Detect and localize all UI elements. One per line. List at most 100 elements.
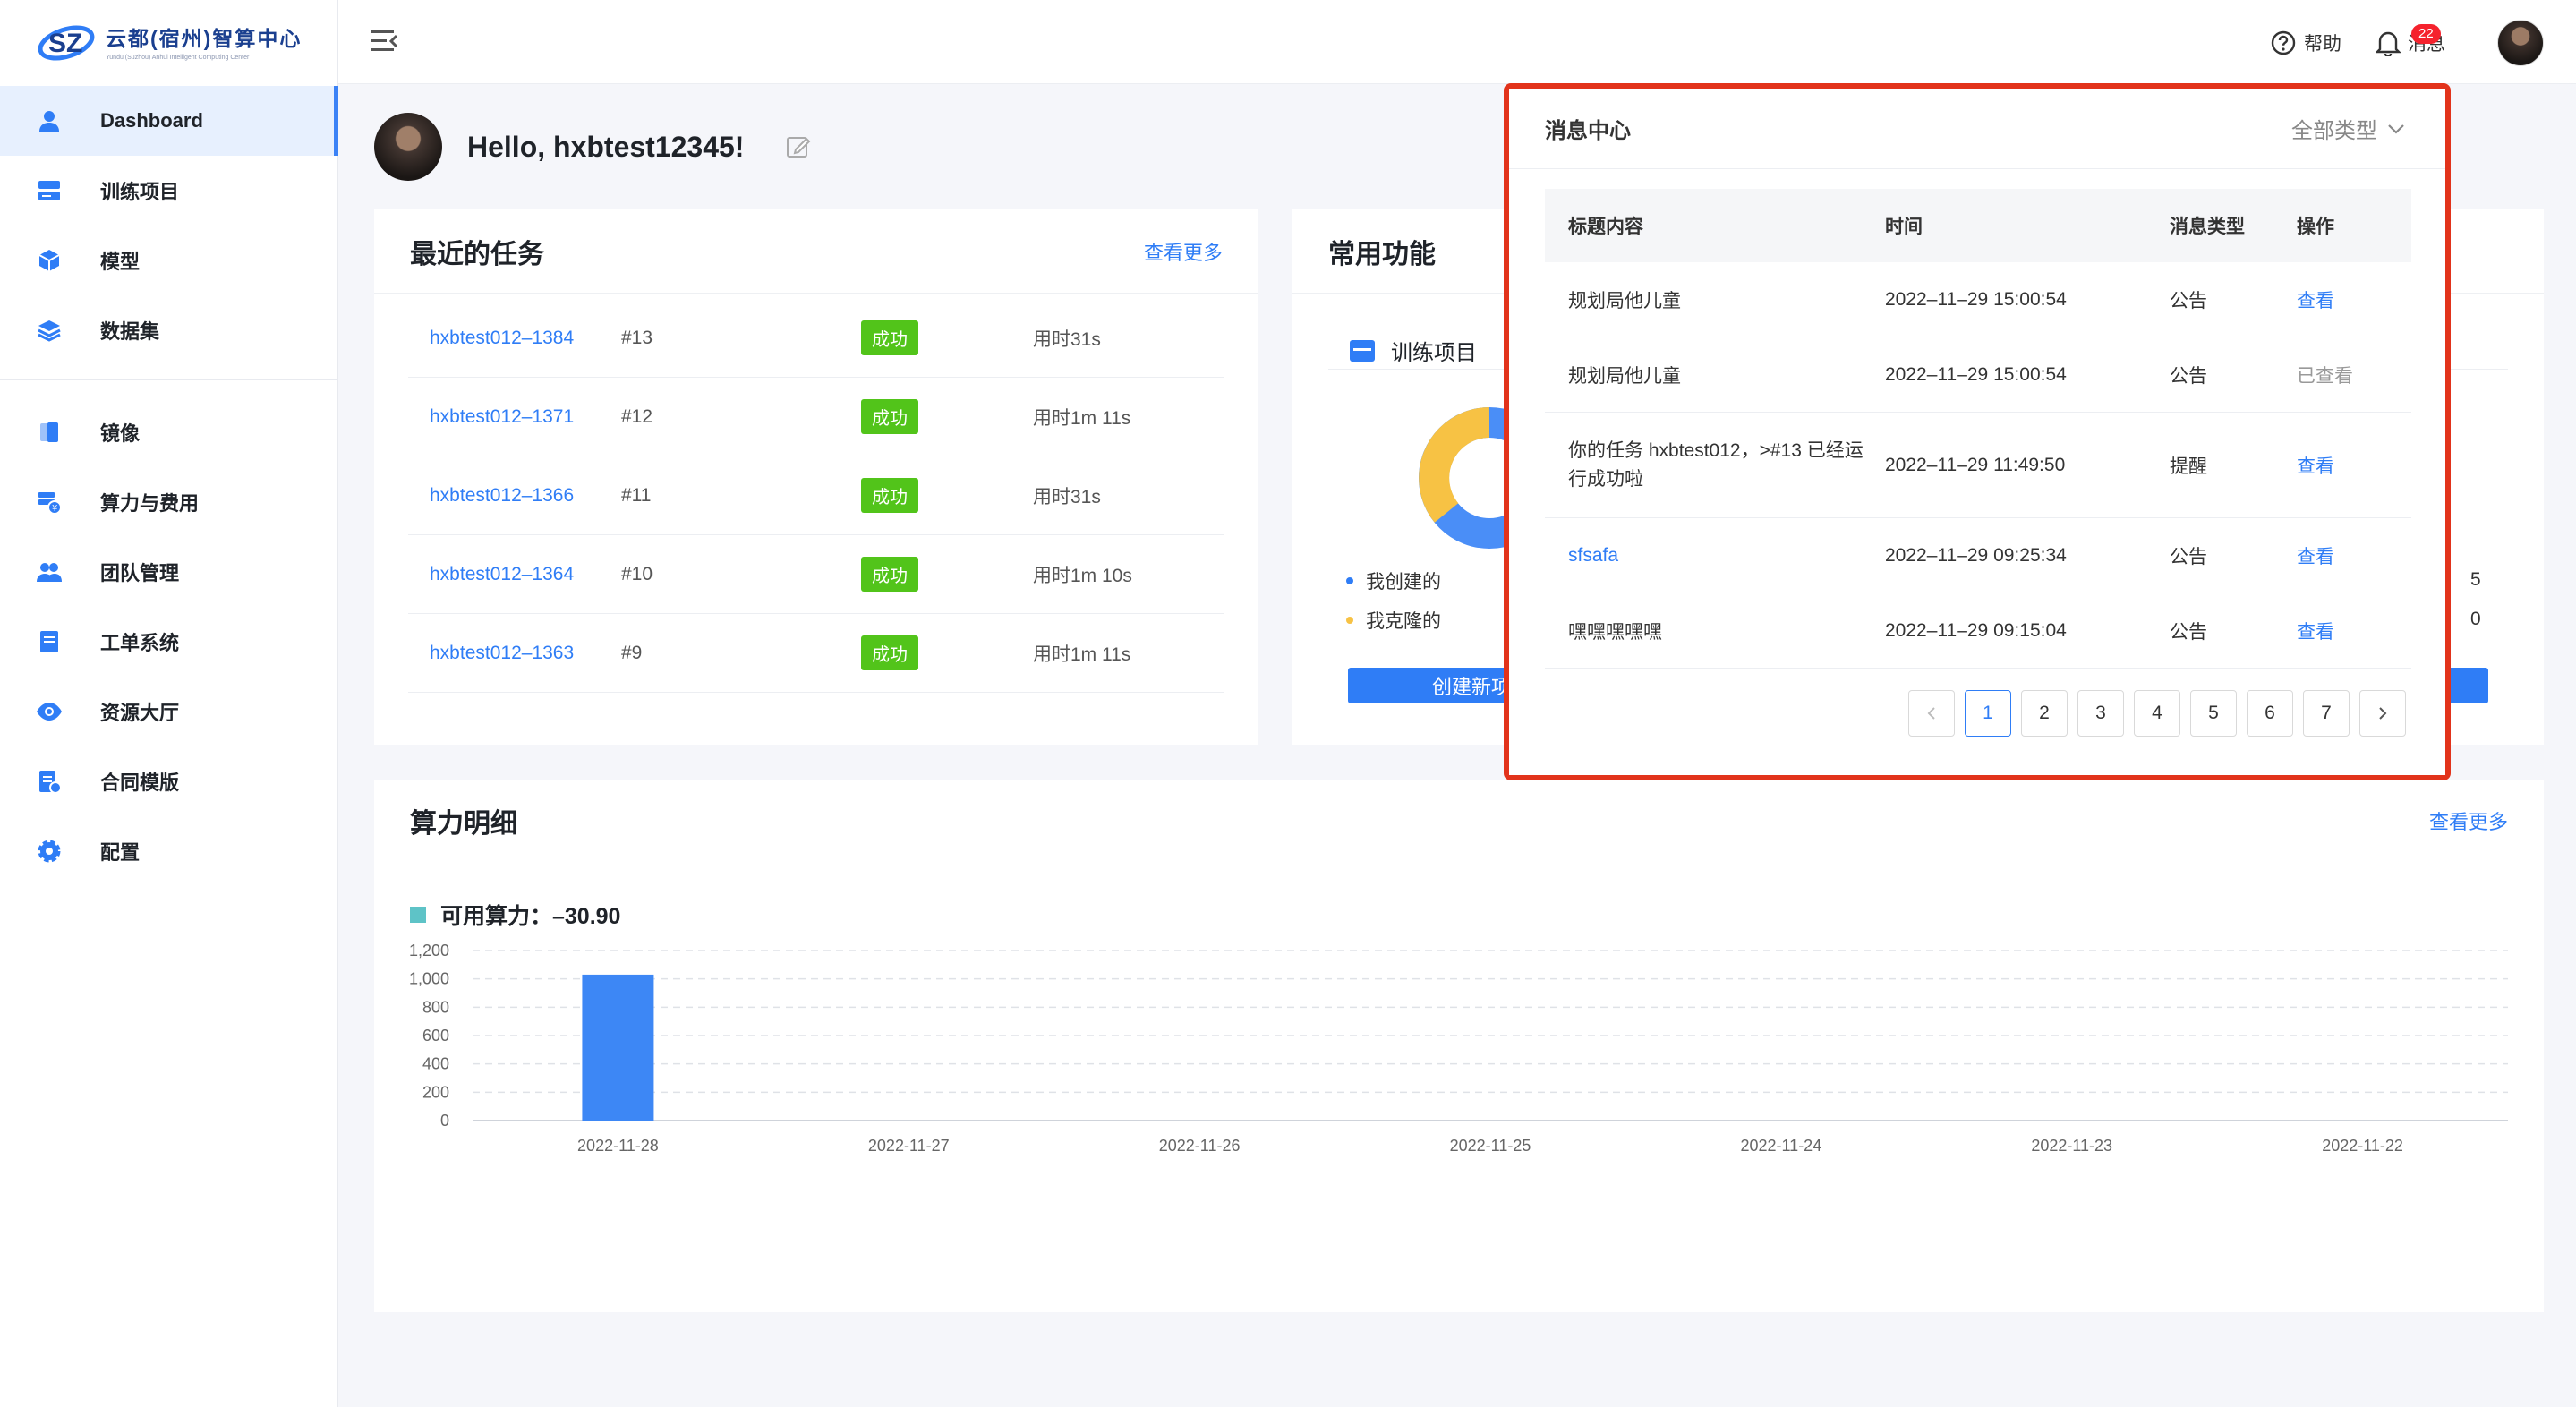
sidebar-item-settings[interactable]: 配置 [0, 816, 338, 886]
sidebar-item-images[interactable]: 镜像 [0, 397, 338, 467]
x-tick-label: 2022-11-26 [1159, 1137, 1241, 1155]
sidebar-item-models[interactable]: 模型 [0, 226, 338, 295]
message-title: 嘿嘿嘿嘿嘿 [1568, 621, 1662, 643]
task-duration: 用时1m 11s [1033, 644, 1131, 665]
task-row: hxbtest012–1363 #9 成功 用时1m 11s [408, 614, 1224, 693]
page-1-button[interactable]: 1 [1965, 690, 2011, 737]
logo[interactable]: SZ 云都(宿州)智算中心 Yundu (Suzhou) Anhui Intel… [36, 16, 302, 66]
sidebar-item-label: 工单系统 [100, 632, 180, 654]
bar[interactable] [582, 974, 654, 1121]
compute-detail-more-link[interactable]: 查看更多 [2429, 806, 2508, 835]
profile-avatar[interactable] [374, 113, 442, 181]
message-type: 公告 [2170, 365, 2207, 387]
y-tick-label: 800 [422, 998, 449, 1016]
message-center-title: 消息中心 [1545, 119, 1631, 143]
task-row: hxbtest012–1366 #11 成功 用时31s [408, 456, 1224, 535]
chevron-down-icon [2388, 124, 2404, 134]
status-badge: 成功 [861, 399, 918, 434]
message-row: sfsafa 2022–11–29 09:25:34 公告 查看 [1545, 518, 2411, 593]
recent-tasks-header: 最近的任务 查看更多 [374, 209, 1258, 294]
y-tick-label: 400 [422, 1055, 449, 1073]
x-tick-label: 2022-11-24 [1740, 1137, 1821, 1155]
column-header-title: 标题内容 [1568, 217, 1643, 237]
page-2-button[interactable]: 2 [2021, 690, 2068, 737]
y-tick-label: 1,000 [409, 970, 449, 988]
legend-created: 我创建的 [1346, 567, 1441, 594]
edit-icon[interactable] [785, 133, 812, 160]
sidebar-item-resource-hall[interactable]: 资源大厅 [0, 677, 338, 746]
message-time: 2022–11–29 11:49:50 [1885, 454, 2066, 475]
bell-icon [2376, 31, 2401, 56]
view-message-link[interactable]: 查看 [2297, 618, 2411, 644]
ticket-icon [36, 628, 63, 655]
recent-tasks-list: hxbtest012–1384 #13 成功 用时31s hxbtest012–… [374, 294, 1258, 693]
legend-dot [1346, 577, 1353, 584]
view-message-link[interactable]: 查看 [2297, 542, 2411, 569]
sidebar-divider [0, 379, 338, 380]
task-duration: 用时1m 11s [1033, 407, 1131, 429]
message-center-popup: 消息中心 全部类型 标题内容 时间 消息类型 操作 规划局他儿童 2022–11… [1504, 83, 2451, 780]
recent-tasks-more-link[interactable]: 查看更多 [1144, 237, 1223, 266]
task-duration: 用时31s [1033, 486, 1101, 507]
sidebar-item-datasets[interactable]: 数据集 [0, 295, 338, 365]
sidebar: SZ 云都(宿州)智算中心 Yundu (Suzhou) Anhui Intel… [0, 0, 338, 1407]
task-name-link[interactable]: hxbtest012–1384 [408, 328, 621, 349]
legend-swatch [410, 907, 426, 923]
message-title: 你的任务 hxbtest012，>#13 已经运行成功啦 [1568, 439, 1864, 490]
y-tick-label: 200 [422, 1083, 449, 1101]
compute-detail-card: 算力明细 查看更多 可用算力：–30.90 0 200 400 600 800 1,000… [374, 780, 2544, 1312]
message-type-filter[interactable]: 全部类型 [2291, 113, 2406, 144]
column-header-time: 时间 [1885, 217, 1923, 237]
sidebar-item-tickets[interactable]: 工单系统 [0, 607, 338, 677]
layers-icon [36, 317, 63, 344]
view-message-link[interactable]: 查看 [2297, 452, 2411, 479]
page-7-button[interactable]: 7 [2303, 690, 2350, 737]
compute-cost-icon: ¥ [36, 489, 63, 516]
task-name-link[interactable]: hxbtest012–1371 [408, 406, 621, 428]
compute-detail-title: 算力明细 [410, 809, 517, 839]
message-table: 标题内容 时间 消息类型 操作 规划局他儿童 2022–11–29 15:00:… [1545, 189, 2411, 669]
message-row: 规划局他儿童 2022–11–29 15:00:54 公告 查看 [1545, 262, 2411, 337]
available-compute-label: 可用算力：–30.90 [440, 904, 621, 929]
gear-icon [36, 838, 63, 865]
task-name-link[interactable]: hxbtest012–1366 [408, 485, 621, 507]
user-avatar[interactable] [2497, 20, 2544, 66]
prev-page-button[interactable] [1908, 690, 1955, 737]
page-5-button[interactable]: 5 [2190, 690, 2237, 737]
pagination: 1 2 3 4 5 6 7 [1898, 690, 2406, 737]
sidebar-item-training-projects[interactable]: 训练项目 [0, 156, 338, 226]
help-icon [2271, 30, 2296, 55]
viewed-status: 已查看 [2297, 365, 2353, 387]
help-button[interactable]: 帮助 [2270, 30, 2341, 56]
page-4-button[interactable]: 4 [2134, 690, 2180, 737]
message-table-header: 标题内容 时间 消息类型 操作 [1545, 189, 2411, 262]
available-compute-legend: 可用算力：–30.90 [410, 899, 620, 931]
sidebar-item-dashboard[interactable]: Dashboard [0, 86, 338, 156]
svg-text:¥: ¥ [52, 504, 57, 514]
server-icon [36, 177, 63, 204]
next-page-button[interactable] [2359, 690, 2406, 737]
message-title: 规划局他儿童 [1568, 365, 1681, 387]
x-tick-label: 2022-11-28 [577, 1137, 659, 1155]
view-message-link[interactable]: 查看 [2297, 286, 2411, 313]
message-type: 公告 [2170, 621, 2207, 643]
sidebar-item-team[interactable]: 团队管理 [0, 537, 338, 607]
task-row: hxbtest012–1371 #12 成功 用时1m 11s [408, 378, 1224, 456]
task-name-link[interactable]: hxbtest012–1364 [408, 564, 621, 585]
menu-collapse-icon[interactable] [369, 28, 399, 55]
task-name-link[interactable]: hxbtest012–1363 [408, 643, 621, 664]
sidebar-item-contract-template[interactable]: 合同模版 [0, 746, 338, 816]
x-tick-label: 2022-11-23 [2031, 1137, 2112, 1155]
sidebar-item-compute-cost[interactable]: ¥ 算力与费用 [0, 467, 338, 537]
recent-tasks-card: 最近的任务 查看更多 hxbtest012–1384 #13 成功 用时31s … [374, 209, 1258, 745]
page-6-button[interactable]: 6 [2247, 690, 2293, 737]
column-header-action: 操作 [2297, 217, 2334, 237]
image-stack-icon [36, 419, 63, 446]
common-functions-title: 常用功能 [1328, 239, 1436, 269]
message-row: 嘿嘿嘿嘿嘿 2022–11–29 09:15:04 公告 查看 [1545, 593, 2411, 669]
legend-cloned-label: 我克隆的 [1366, 611, 1441, 632]
messages-button[interactable]: 消息 22 [2376, 24, 2445, 56]
legend-cloned: 我克隆的 [1346, 607, 1441, 634]
message-title-link[interactable]: sfsafa [1545, 545, 1885, 567]
page-3-button[interactable]: 3 [2077, 690, 2124, 737]
